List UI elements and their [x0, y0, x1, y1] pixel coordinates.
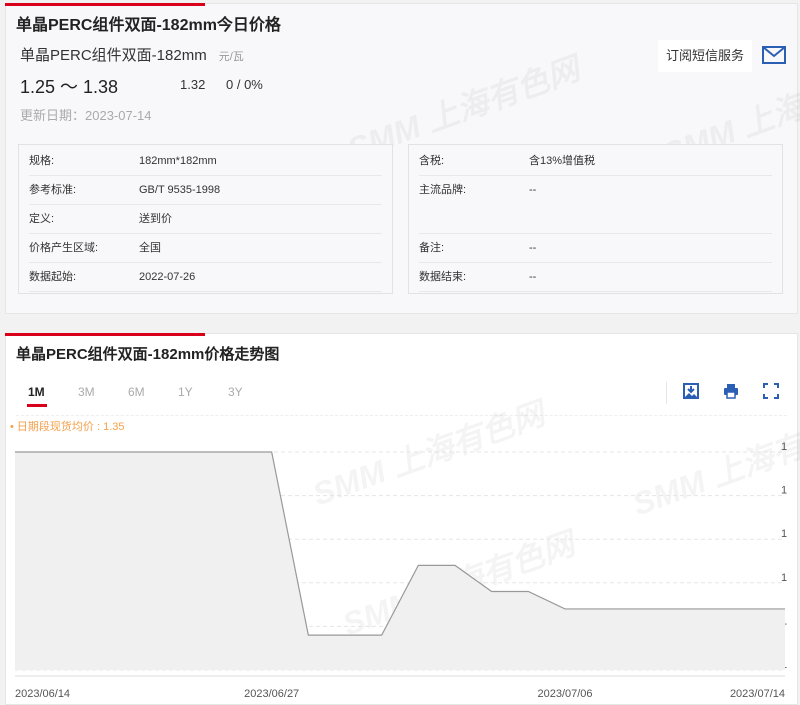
y-tick-label: 1: [781, 528, 787, 540]
x-tick-label: 2023/07/14: [730, 688, 785, 700]
x-tick-label: 2023/07/06: [537, 688, 592, 700]
y-tick-label: 1: [781, 572, 787, 584]
x-tick-label: 2023/06/27: [244, 688, 299, 700]
y-tick-label: 1: [781, 441, 787, 453]
x-tick-label: 2023/06/14: [15, 688, 70, 700]
area-fill: [15, 452, 785, 670]
price-trend-chart: 1111112023/06/142023/06/272023/07/062023…: [14, 441, 787, 700]
y-tick-label: 1: [781, 485, 787, 497]
